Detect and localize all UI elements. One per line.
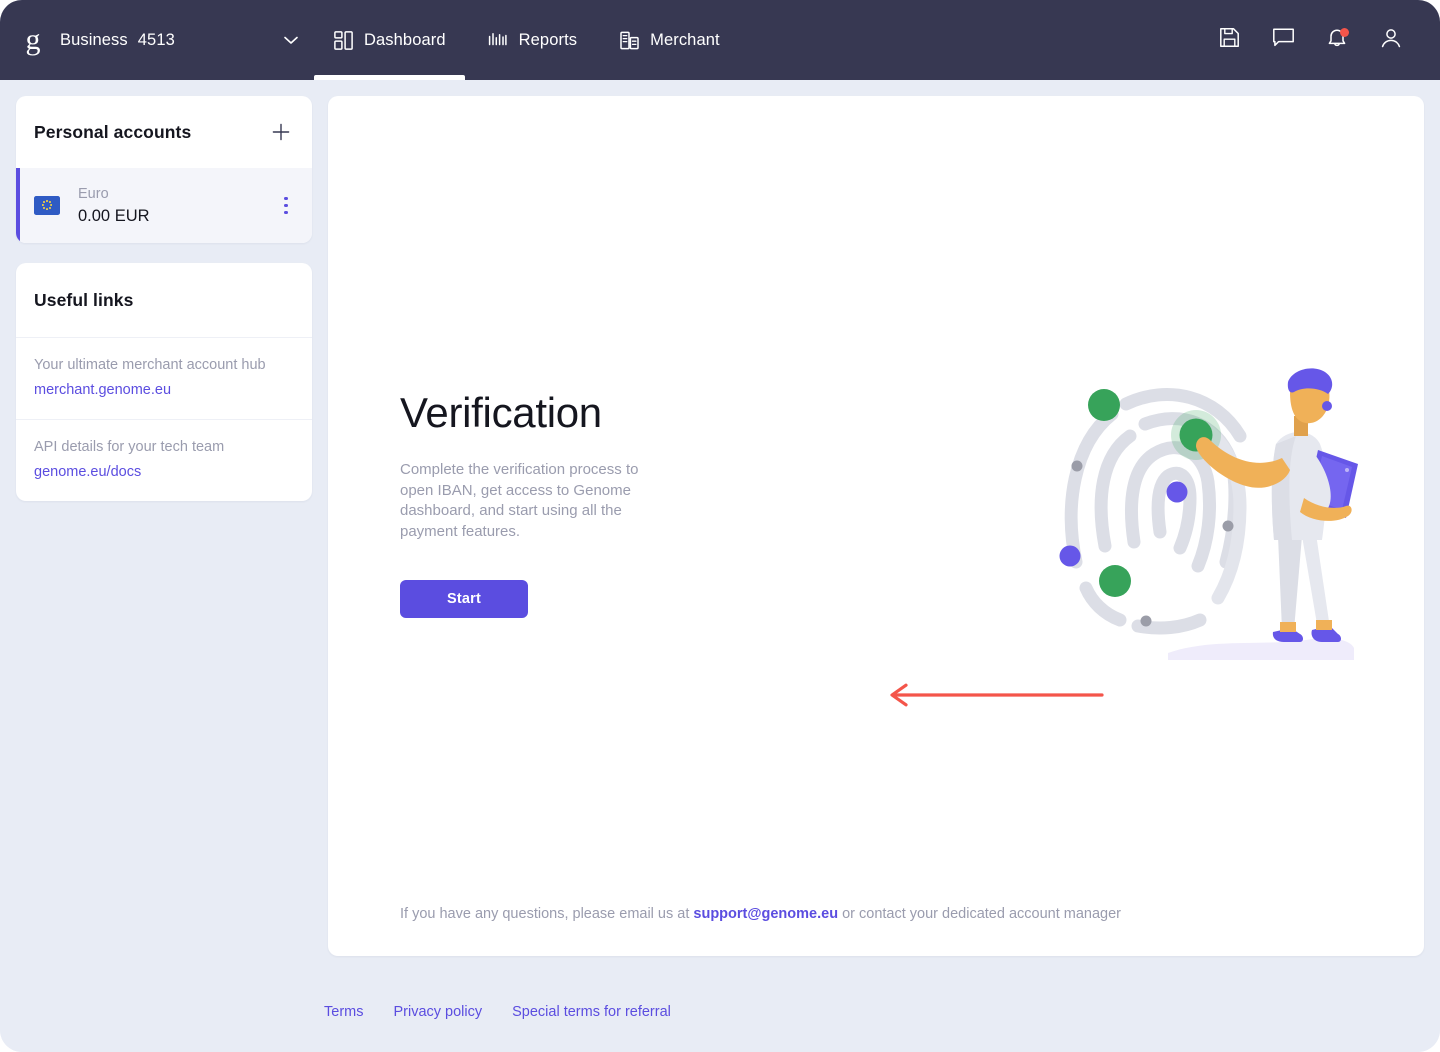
chat-button[interactable]	[1256, 13, 1310, 67]
useful-links-header: Useful links	[16, 263, 312, 337]
sidebar: Personal accounts Euro 0.00 EUR Useful l…	[16, 96, 312, 502]
useful-links-card: Useful links Your ultimate merchant acco…	[16, 263, 312, 502]
support-contact-line: If you have any questions, please email …	[400, 906, 1121, 922]
personal-accounts-title: Personal accounts	[34, 121, 192, 142]
genome-g-logo-icon: g	[25, 23, 41, 56]
footer-link-privacy-policy[interactable]: Privacy policy	[393, 1004, 482, 1020]
brand-account-id: 4513	[137, 30, 175, 49]
nav-label-dashboard: Dashboard	[364, 30, 446, 49]
verification-description: Complete the verification process to ope…	[400, 461, 639, 540]
account-details: Euro 0.00 EUR	[78, 186, 150, 226]
notifications-button[interactable]	[1310, 13, 1364, 67]
nav-label-reports: Reports	[518, 30, 578, 49]
personal-accounts-card: Personal accounts Euro 0.00 EUR	[16, 96, 312, 243]
nav-label-merchant: Merchant	[650, 30, 720, 49]
useful-link-url-merchant[interactable]: merchant.genome.eu	[34, 382, 171, 398]
personal-accounts-header: Personal accounts	[16, 96, 312, 168]
building-list-icon	[619, 30, 639, 50]
user-profile-icon	[1380, 27, 1402, 54]
red-left-arrow-annotation	[884, 682, 1104, 708]
footer-link-terms[interactable]: Terms	[324, 1004, 363, 1020]
support-suffix: or contact your dedicated account manage…	[838, 906, 1121, 922]
bar-chart-icon	[488, 30, 508, 50]
useful-link-item: Your ultimate merchant account hub merch…	[16, 337, 312, 419]
business-account-switcher[interactable]: g Business 4513	[0, 0, 312, 80]
useful-links-title: Useful links	[34, 289, 134, 310]
nav-item-reports[interactable]: Reports	[467, 0, 598, 80]
profile-button[interactable]	[1364, 13, 1418, 67]
dashboard-grid-icon	[333, 30, 353, 50]
useful-link-description: Your ultimate merchant account hub	[34, 357, 266, 373]
kebab-dot	[284, 203, 288, 208]
nav-item-dashboard[interactable]: Dashboard	[312, 0, 467, 80]
useful-link-url-docs[interactable]: genome.eu/docs	[34, 464, 141, 480]
save-button[interactable]	[1202, 13, 1256, 67]
chevron-down-icon[interactable]	[280, 29, 302, 51]
kebab-dot	[284, 196, 288, 201]
page-body: Personal accounts Euro 0.00 EUR Useful l…	[0, 80, 1440, 1052]
primary-navigation: Dashboard Reports Merchant	[312, 0, 741, 80]
kebab-dot	[284, 210, 288, 215]
useful-link-item: API details for your tech team genome.eu…	[16, 419, 312, 501]
support-prefix: If you have any questions, please email …	[400, 906, 694, 922]
nav-item-merchant[interactable]: Merchant	[598, 0, 741, 80]
notification-badge-dot	[1340, 28, 1349, 37]
header-action-icons	[1202, 13, 1440, 67]
fingerprint-verification-illustration	[1050, 366, 1360, 666]
eu-flag-icon	[34, 196, 60, 215]
brand-name: Business	[60, 30, 128, 49]
chat-bubble-icon	[1272, 27, 1295, 53]
account-row-euro[interactable]: Euro 0.00 EUR	[16, 168, 312, 243]
add-account-button[interactable]	[268, 119, 294, 145]
app-window: g Business 4513 Dashboard Reports Mercha…	[0, 0, 1440, 1052]
top-header: g Business 4513 Dashboard Reports Mercha…	[0, 0, 1440, 80]
kebab-menu-icon[interactable]	[274, 194, 298, 218]
support-email-link[interactable]: support@genome.eu	[693, 906, 838, 922]
verification-content: Verification Complete the verification p…	[400, 389, 800, 619]
account-balance: 0.00 EUR	[78, 206, 150, 225]
footer-link-special-terms[interactable]: Special terms for referral	[512, 1004, 671, 1020]
start-button[interactable]: Start	[400, 580, 528, 619]
useful-link-description: API details for your tech team	[34, 439, 225, 456]
page-title: Verification	[400, 389, 602, 436]
verification-panel: Verification Complete the verification p…	[328, 96, 1424, 956]
account-currency-name: Euro	[78, 185, 109, 202]
save-icon	[1219, 27, 1240, 53]
footer-links: Terms Privacy policy Special terms for r…	[324, 1004, 671, 1020]
